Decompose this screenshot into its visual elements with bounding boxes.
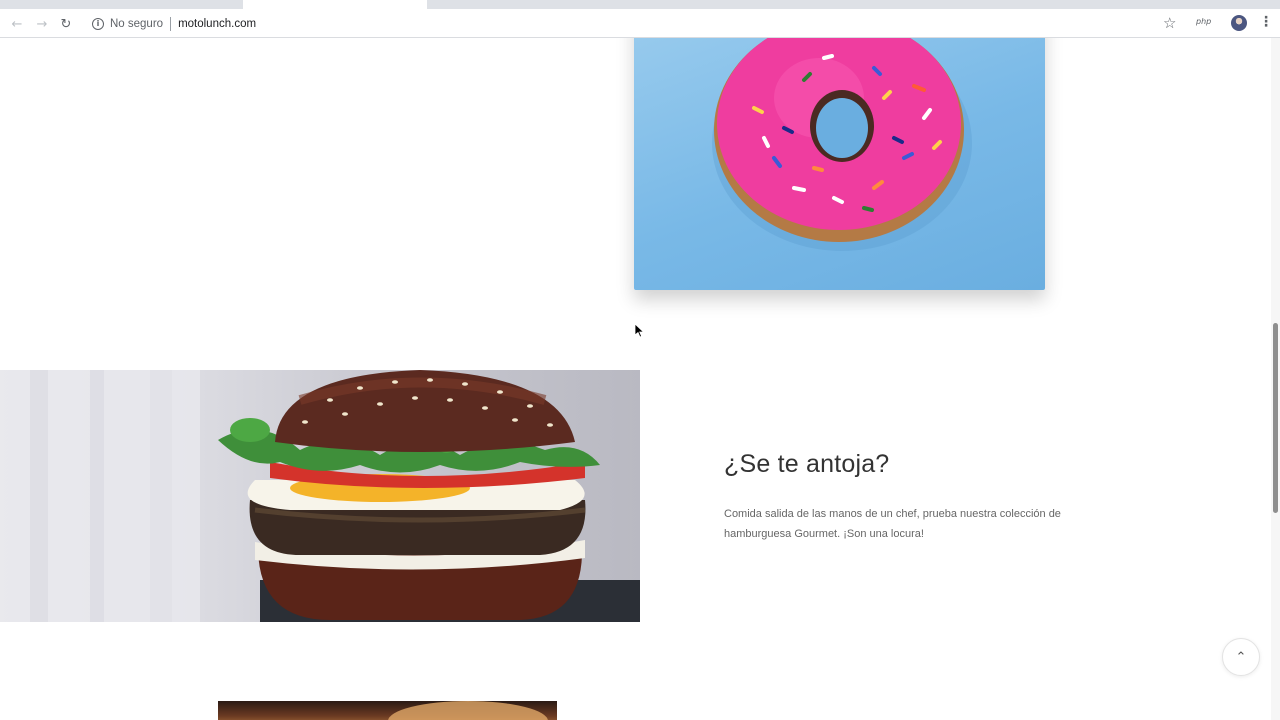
profile-avatar[interactable] bbox=[1231, 15, 1247, 31]
burger-illustration bbox=[0, 370, 640, 622]
browser-toolbar: ← → ↻ i No seguro motolunch.com ☆ php ⋮ bbox=[0, 9, 1280, 38]
php-extension-icon[interactable]: php bbox=[1196, 17, 1211, 26]
menu-icon[interactable]: ⋮ bbox=[1259, 14, 1273, 30]
donut-image bbox=[634, 38, 1045, 290]
feature-description: Comida salida de las manos de un chef, p… bbox=[724, 508, 1061, 540]
active-tab[interactable] bbox=[243, 0, 427, 9]
page-viewport: ¿Se te antoja? Comida salida de las mano… bbox=[0, 38, 1280, 720]
security-status[interactable]: No seguro bbox=[110, 18, 163, 30]
url-text[interactable]: motolunch.com bbox=[178, 18, 256, 30]
next-section-image bbox=[218, 701, 557, 720]
address-bar[interactable]: i No seguro motolunch.com bbox=[84, 13, 1192, 35]
mouse-cursor-icon bbox=[635, 324, 645, 338]
back-to-top-button[interactable]: ⌃ bbox=[1222, 638, 1260, 676]
omnibox-divider bbox=[170, 17, 172, 31]
scrollbar[interactable] bbox=[1271, 38, 1280, 720]
back-icon[interactable]: ← bbox=[8, 15, 26, 33]
feature-title: ¿Se te antoja? bbox=[724, 450, 890, 478]
reload-icon[interactable]: ↻ bbox=[57, 15, 75, 33]
tab-strip bbox=[0, 0, 1280, 9]
chevron-up-icon: ⌃ bbox=[1235, 649, 1247, 665]
info-icon[interactable]: i bbox=[92, 18, 104, 30]
forward-icon[interactable]: → bbox=[33, 15, 51, 33]
scrollbar-thumb[interactable] bbox=[1273, 323, 1278, 513]
burger-image bbox=[0, 370, 640, 622]
star-icon[interactable]: ☆ bbox=[1163, 14, 1176, 32]
donut-illustration bbox=[712, 38, 972, 251]
